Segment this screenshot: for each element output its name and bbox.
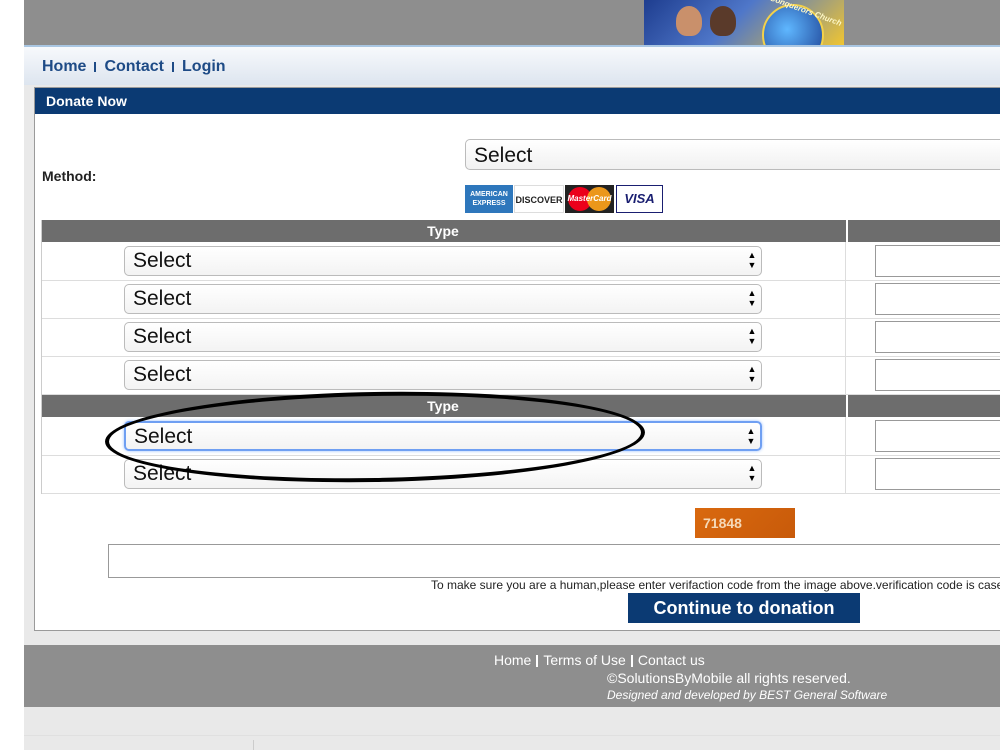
table-row: Select ▲ ▼ (42, 280, 1000, 319)
amount-input[interactable] (875, 245, 1000, 277)
select-value: Select (133, 249, 192, 272)
nav-bar: Home Contact Login (24, 47, 1000, 85)
divider (253, 740, 254, 750)
footer-copyright: ©SolutionsByMobile all rights reserved. (607, 670, 851, 686)
discover-label: DISCOVER (515, 195, 563, 205)
select-arrows-icon: ▲ ▼ (747, 326, 757, 346)
select-value: Select (133, 462, 192, 485)
footer-contact-link[interactable]: Contact us (638, 652, 705, 668)
footer-credit: Designed and developed by BEST General S… (607, 688, 888, 702)
person-photo (710, 6, 736, 36)
panel-title: Donate Now (35, 88, 1000, 114)
captcha-image: 71848 (695, 508, 795, 538)
church-logo[interactable]: World Conquerors Church (644, 0, 844, 45)
select-value: Select (134, 425, 193, 448)
top-banner: World Conquerors Church (24, 0, 1000, 47)
type-select[interactable]: Select ▲ ▼ (124, 459, 762, 489)
captcha-input[interactable] (108, 544, 1000, 578)
nav-login-link[interactable]: Login (182, 58, 226, 75)
mastercard-label: MasterCard (567, 194, 612, 203)
table-row: Select ▲ ▼ (42, 318, 1000, 357)
type-select-focused[interactable]: Select ▲ ▼ (124, 421, 762, 451)
grid-header: Type (42, 395, 1000, 417)
type-select[interactable]: Select ▲ ▼ (124, 284, 762, 314)
type-column-header: Type (427, 223, 459, 239)
main-nav: Home Contact Login (42, 58, 226, 76)
amex-icon: AMERICAN EXPRESS (465, 185, 513, 213)
table-row: Select ▲ ▼ (42, 242, 1000, 281)
donation-grid: Type Select ▲ ▼ Select ▲ ▼ Select ▲ ▼ Select ▲ ▼ (41, 220, 1000, 494)
method-select[interactable]: Select (465, 139, 1000, 170)
donate-panel: Donate Now Method: Select AMERICAN EXPRE… (34, 87, 1000, 631)
amount-input[interactable] (875, 283, 1000, 315)
amount-column-header (846, 220, 1000, 242)
select-arrows-icon: ▲ ▼ (747, 463, 757, 483)
nav-home-link[interactable]: Home (42, 58, 86, 75)
nav-separator (172, 61, 175, 72)
select-arrows-icon: ▲ ▼ (746, 426, 756, 446)
nav-contact-link[interactable]: Contact (104, 58, 164, 75)
footer-home-link[interactable]: Home (494, 652, 531, 668)
table-row: Select ▲ ▼ (42, 356, 1000, 395)
footer-links: Home Terms of Use Contact us (24, 652, 1000, 668)
amount-column-header (846, 395, 1000, 417)
grid-header: Type (42, 220, 1000, 242)
footer: Home Terms of Use Contact us ©SolutionsByM… (24, 645, 1000, 707)
amount-input[interactable] (875, 420, 1000, 452)
footer-terms-link[interactable]: Terms of Use (543, 652, 625, 668)
amount-input[interactable] (875, 321, 1000, 353)
page: World Conquerors Church Home Contact Login… (24, 0, 1000, 750)
type-select[interactable]: Select ▲ ▼ (124, 360, 762, 390)
nav-separator (94, 61, 97, 72)
table-row: Select ▲ ▼ (42, 455, 1000, 494)
mastercard-icon: MasterCard (565, 185, 614, 213)
continue-button[interactable]: Continue to donation (628, 593, 860, 623)
select-value: Select (133, 325, 192, 348)
select-arrows-icon: ▲ ▼ (747, 250, 757, 270)
select-value: Select (133, 287, 192, 310)
method-label: Method: (42, 168, 97, 184)
person-photo (676, 6, 702, 36)
captcha-helper-text: To make sure you are a human,please ente… (431, 578, 1000, 592)
select-arrows-icon: ▲ ▼ (747, 288, 757, 308)
type-select[interactable]: Select ▲ ▼ (124, 322, 762, 352)
table-row: Select ▲ ▼ (42, 417, 1000, 456)
divider (24, 735, 1000, 736)
visa-icon: VISA (616, 185, 663, 213)
select-arrows-icon: ▲ ▼ (747, 364, 757, 384)
amount-input[interactable] (875, 458, 1000, 490)
type-column-header: Type (427, 398, 459, 414)
amount-input[interactable] (875, 359, 1000, 391)
select-value: Select (133, 363, 192, 386)
type-select[interactable]: Select ▲ ▼ (124, 246, 762, 276)
discover-icon: DISCOVER (514, 185, 564, 213)
